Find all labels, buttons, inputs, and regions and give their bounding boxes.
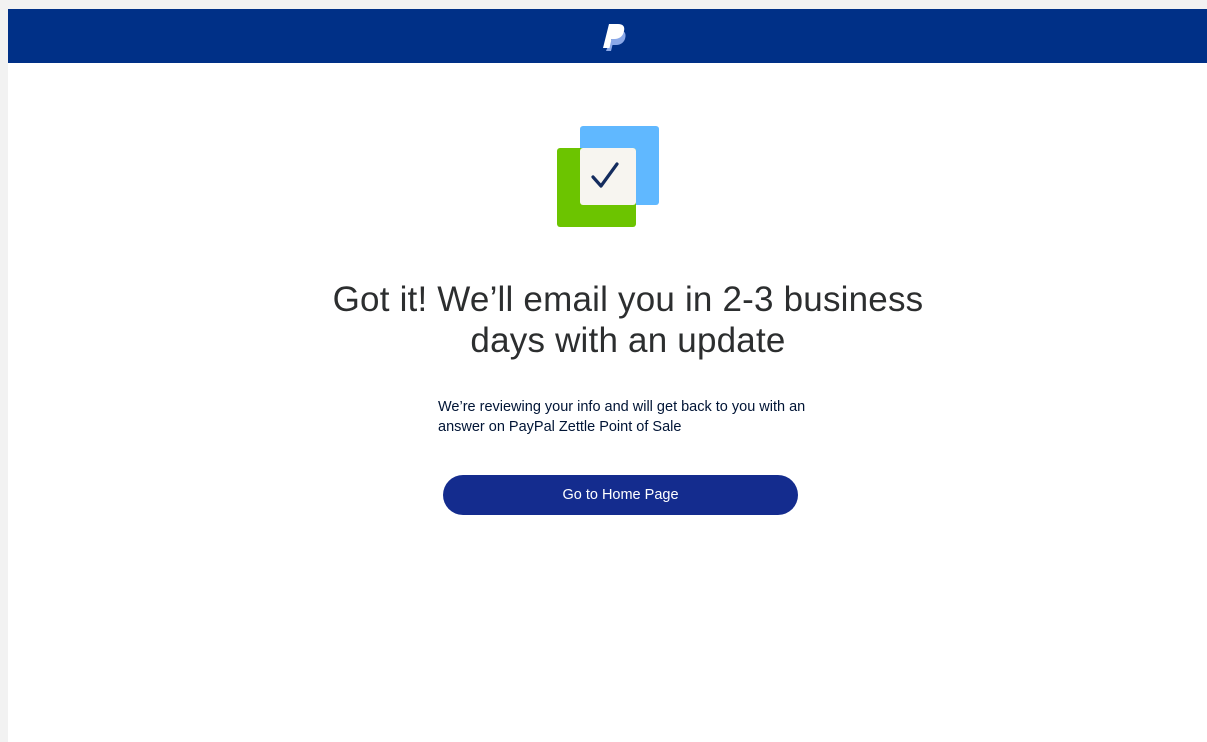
top-header-bar — [8, 9, 1207, 63]
page: Got it! We’ll email you in 2-3 business … — [8, 9, 1207, 742]
confirmation-headline: Got it! We’ll email you in 2-3 business … — [332, 280, 924, 360]
checkmark-document-icon — [557, 126, 659, 227]
confirmation-subtext: We’re reviewing your info and will get b… — [438, 399, 806, 435]
paypal-logo-icon[interactable] — [599, 22, 627, 52]
go-to-home-page-button[interactable]: Go to Home Page — [443, 475, 798, 515]
